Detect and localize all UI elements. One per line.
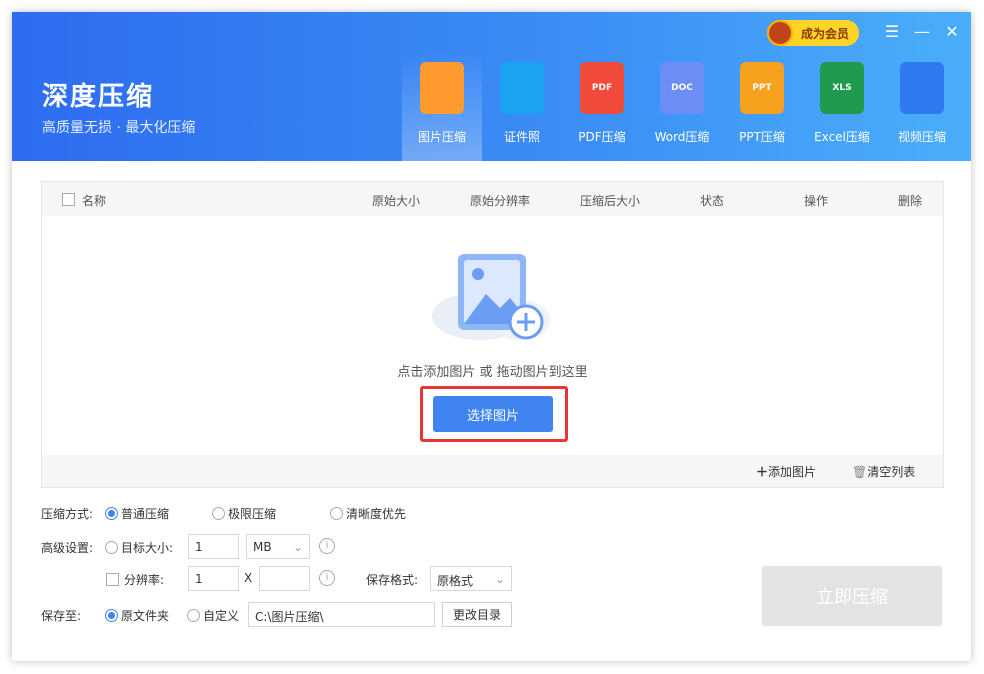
mode-label: 压缩方式: [41,507,94,521]
res-x-label: X [244,571,253,585]
change-dir-button[interactable]: 更改目录 [442,602,512,627]
select-image-button[interactable]: 选择图片 [433,396,553,432]
table-header: 名称 原始大小 原始分辨率 压缩后大小 状态 操作 删除 [42,182,943,216]
tab-image[interactable]: 图片压缩 [402,52,482,161]
save-original-label: 原文件夹 [121,609,170,623]
advanced-label: 高级设置: [41,541,94,555]
mode-extreme-radio[interactable]: 极限压缩 [212,505,276,522]
col-status: 状态 [700,194,725,208]
tab-id-photo[interactable]: 证件照 [482,52,562,161]
app-window: 深度压缩 高质量无损 · 最大化压缩 成为会员 ☰ — ✕ 图片压缩 证件照 PDF… [12,12,971,661]
drop-zone[interactable]: 点击添加图片 或 拖动图片到这里 选择图片 [42,216,943,456]
ppt-icon: PPT [740,62,784,114]
target-size-radio[interactable]: 目标大小: [105,539,173,556]
resolution-label: 分辨率: [124,573,165,587]
start-compress-button[interactable]: 立即压缩 [762,566,942,626]
menu-icon[interactable]: ☰ [882,22,902,41]
save-original-radio[interactable]: 原文件夹 [105,607,169,624]
word-icon: DOC [660,62,704,114]
format-value: 原格式 [437,574,474,588]
info-icon[interactable]: i [319,538,335,554]
clear-list-button[interactable]: 🗑清空列表 [852,463,915,480]
resolution-checkbox[interactable]: 分辨率: [106,571,164,588]
tab-ppt[interactable]: PPT PPT压缩 [722,52,802,161]
col-orig-size: 原始大小 [372,194,421,208]
add-image-illustration [432,254,550,340]
save-custom-radio[interactable]: 自定义 [187,607,239,624]
image-icon [420,62,464,114]
video-icon [900,62,944,114]
add-image-button[interactable]: ＋添加图片 [756,463,816,480]
target-size-label: 目标大小: [121,541,174,555]
tab-excel[interactable]: XLS Excel压缩 [802,52,882,161]
highlight-frame: 选择图片 [420,386,568,442]
mode-clarity-radio[interactable]: 清晰度优先 [330,505,406,522]
trash-icon: 🗑 [852,465,868,479]
avatar-icon [767,20,793,46]
mode-normal-label: 普通压缩 [121,507,170,521]
save-path-input[interactable]: C:\图片压缩\ [248,602,435,627]
file-table: 名称 原始大小 原始分辨率 压缩后大小 状态 操作 删除 点击添加图片 或 拖动… [41,181,944,488]
tab-label: Word压缩 [654,130,710,144]
tab-video[interactable]: 视频压缩 [882,52,962,161]
format-select[interactable]: 原格式 ⌄ [430,566,512,591]
save-label: 保存至: [41,609,82,623]
res-height-input[interactable] [259,566,310,591]
close-button[interactable]: ✕ [942,22,962,41]
tab-pdf[interactable]: PDF PDF压缩 [562,52,642,161]
app-title: 深度压缩 [42,82,155,112]
chevron-down-icon: ⌄ [292,540,303,554]
clear-list-label: 清空列表 [867,465,916,479]
res-width-input[interactable]: 1 [188,566,239,591]
tab-label: 图片压缩 [417,130,466,144]
id-photo-icon [500,62,544,114]
mode-extreme-label: 极限压缩 [228,507,277,521]
select-all-checkbox[interactable] [62,192,75,206]
excel-icon: XLS [820,62,864,114]
format-label: 保存格式: [366,573,419,587]
col-new-size: 压缩后大小 [580,194,641,208]
mode-clarity-label: 清晰度优先 [346,507,407,521]
tab-label: PPT压缩 [739,130,785,144]
header: 深度压缩 高质量无损 · 最大化压缩 成为会员 ☰ — ✕ 图片压缩 证件照 PDF… [12,12,971,161]
vip-button[interactable]: 成为会员 [767,20,859,46]
plus-icon: ＋ [756,465,769,479]
tab-label: 证件照 [503,130,540,144]
tool-tabs: 图片压缩 证件照 PDF PDF压缩 DOC Word压缩 PPT PPT压缩 XLS Excel… [402,52,962,161]
drop-hint: 点击添加图片 或 拖动图片到这里 [397,365,588,380]
target-size-input[interactable]: 1 [188,534,239,559]
info-icon[interactable]: i [319,570,335,586]
tab-label: 视频压缩 [897,130,946,144]
save-custom-label: 自定义 [203,609,240,623]
unit-select[interactable]: MB ⌄ [246,534,310,559]
unit-value: MB [253,540,272,554]
vip-label: 成为会员 [801,26,850,41]
col-delete: 删除 [898,194,923,208]
col-action: 操作 [804,194,829,208]
app-slogan: 高质量无损 · 最大化压缩 [42,120,196,136]
col-name: 名称 [82,194,107,208]
chevron-down-icon: ⌄ [494,572,505,586]
pdf-icon: PDF [580,62,624,114]
table-footer: ＋添加图片 🗑清空列表 [42,455,943,487]
tab-label: Excel压缩 [814,130,870,144]
col-orig-res: 原始分辨率 [470,194,531,208]
add-image-label: 添加图片 [768,465,817,479]
mode-normal-radio[interactable]: 普通压缩 [105,505,169,522]
tab-word[interactable]: DOC Word压缩 [642,52,722,161]
tab-label: PDF压缩 [578,130,626,144]
minimize-button[interactable]: — [912,22,932,41]
